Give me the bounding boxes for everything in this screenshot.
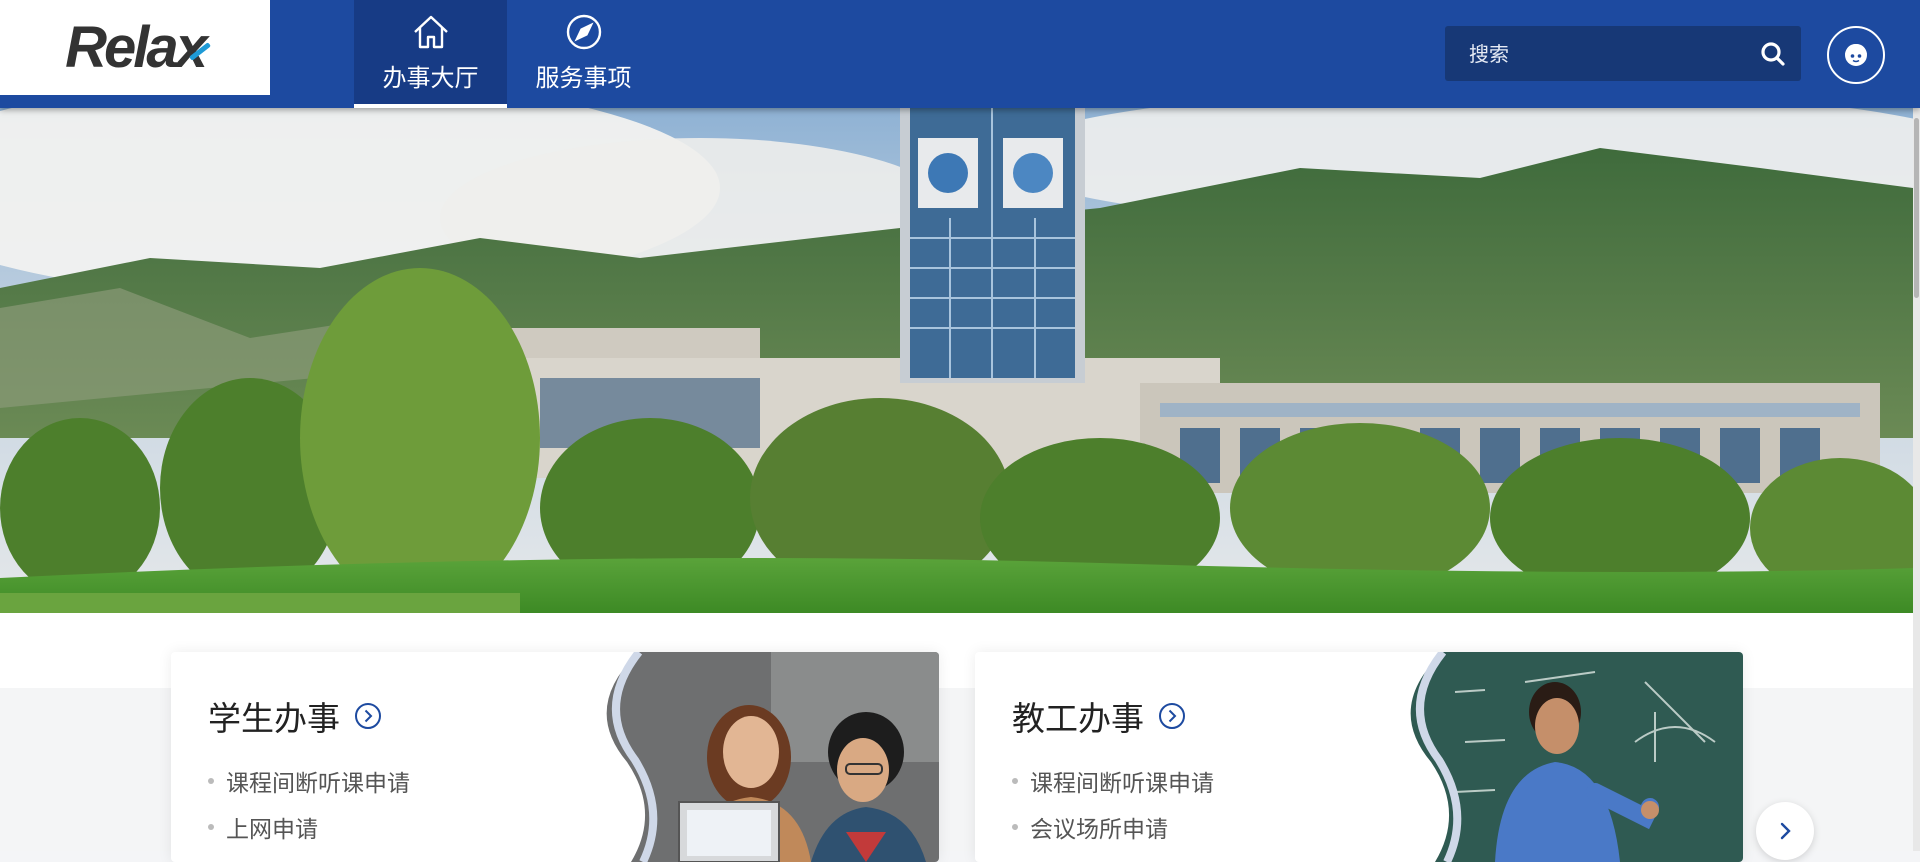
search-box [1445, 26, 1801, 81]
avatar-face-icon [1845, 44, 1867, 66]
list-item[interactable]: 课程间断听课申请 [1012, 758, 1214, 804]
card-title[interactable]: 学生办事 [208, 692, 382, 740]
chevron-right-icon [1780, 822, 1791, 840]
list-item[interactable]: 会议场所申请 [1012, 804, 1214, 850]
search-icon[interactable] [1759, 40, 1787, 68]
scrollbar-thumb[interactable] [1914, 118, 1919, 298]
page-scrollbar[interactable] [1913, 108, 1920, 851]
service-list: 课程间断听课申请 上网申请 [208, 758, 410, 850]
student-services-card: 学生办事 课程间断听课申请 上网申请 [171, 652, 939, 862]
nav-tab-label: 服务事项 [535, 64, 632, 92]
card-title[interactable]: 教工办事 [1012, 692, 1186, 740]
circle-chevron-right-icon[interactable] [354, 702, 382, 730]
list-item[interactable]: 上网申请 [208, 804, 410, 850]
campus-clocktower-mountains-photo [0, 108, 1913, 613]
logo[interactable]: Relax [0, 0, 270, 95]
teacher-blackboard-photo [1395, 652, 1743, 862]
nav-tab-label: 办事大厅 [382, 64, 479, 92]
user-avatar-button[interactable] [1827, 26, 1885, 84]
hero-banner-image [0, 108, 1913, 613]
students-laughing-photo [591, 652, 939, 862]
home-icon [413, 15, 448, 49]
staff-services-card: 教工办事 课程间断听课申请 会议场所申请 [975, 652, 1743, 862]
top-navigation-bar: Relax 办事大厅 服务事项 [0, 0, 1920, 108]
carousel-next-button[interactable] [1756, 802, 1814, 860]
logo-wordmark: Relax [65, 15, 208, 80]
search-input[interactable] [1445, 26, 1745, 81]
nav-tab-service-items[interactable]: 服务事项 [507, 0, 660, 108]
service-list: 课程间断听课申请 会议场所申请 [1012, 758, 1214, 850]
compass-icon [566, 14, 601, 50]
nav-tab-service-hall[interactable]: 办事大厅 [354, 0, 507, 108]
circle-chevron-right-icon[interactable] [1158, 702, 1186, 730]
list-item[interactable]: 课程间断听课申请 [208, 758, 410, 804]
